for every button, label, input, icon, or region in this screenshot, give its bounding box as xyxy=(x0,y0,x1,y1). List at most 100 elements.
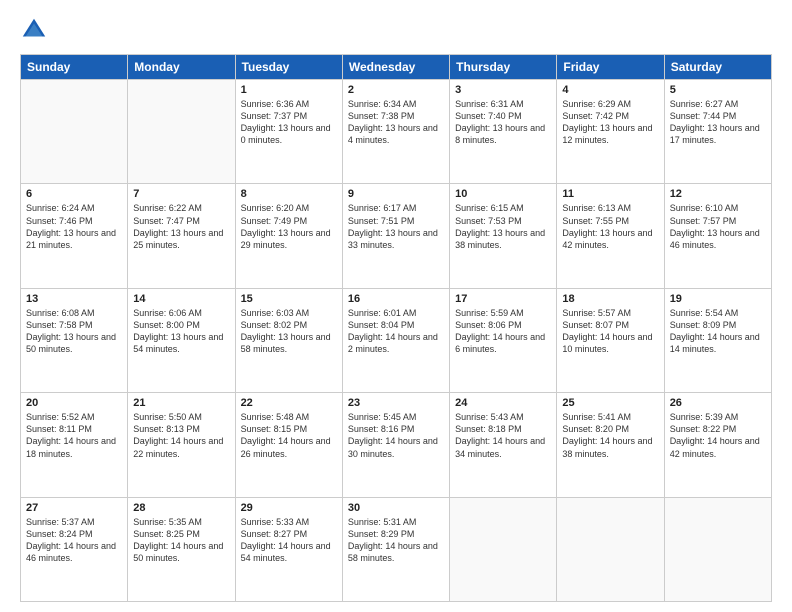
day-number: 11 xyxy=(562,188,658,200)
calendar-cell: 21 Sunrise: 5:50 AM Sunset: 8:13 PM Dayli… xyxy=(128,393,235,497)
day-number: 24 xyxy=(455,397,551,409)
day-info: Sunrise: 6:01 AM Sunset: 8:04 PM Dayligh… xyxy=(348,307,444,356)
calendar-cell: 20 Sunrise: 5:52 AM Sunset: 8:11 PM Dayli… xyxy=(21,393,128,497)
calendar-cell: 8 Sunrise: 6:20 AM Sunset: 7:49 PM Daylig… xyxy=(235,184,342,288)
day-number: 12 xyxy=(670,188,766,200)
day-info: Sunrise: 5:54 AM Sunset: 8:09 PM Dayligh… xyxy=(670,307,766,356)
calendar-cell: 11 Sunrise: 6:13 AM Sunset: 7:55 PM Dayli… xyxy=(557,184,664,288)
day-number: 13 xyxy=(26,293,122,305)
day-number: 16 xyxy=(348,293,444,305)
calendar-cell xyxy=(128,80,235,184)
day-info: Sunrise: 5:41 AM Sunset: 8:20 PM Dayligh… xyxy=(562,411,658,460)
calendar-cell: 9 Sunrise: 6:17 AM Sunset: 7:51 PM Daylig… xyxy=(342,184,449,288)
day-number: 30 xyxy=(348,502,444,514)
day-info: Sunrise: 6:22 AM Sunset: 7:47 PM Dayligh… xyxy=(133,202,229,251)
calendar-week-4: 20 Sunrise: 5:52 AM Sunset: 8:11 PM Dayli… xyxy=(21,393,772,497)
weekday-header-tuesday: Tuesday xyxy=(235,55,342,80)
calendar-cell: 18Sunrise: 5:57 AM Sunset: 8:07 PM Dayli… xyxy=(557,288,664,392)
calendar-cell: 4 Sunrise: 6:29 AM Sunset: 7:42 PM Daylig… xyxy=(557,80,664,184)
day-info: Sunrise: 5:33 AM Sunset: 8:27 PM Dayligh… xyxy=(241,516,337,565)
day-number: 19 xyxy=(670,293,766,305)
calendar-cell: 30 Sunrise: 5:31 AM Sunset: 8:29 PM Dayli… xyxy=(342,497,449,601)
day-number: 23 xyxy=(348,397,444,409)
day-number: 25 xyxy=(562,397,658,409)
calendar-cell xyxy=(450,497,557,601)
day-info: Sunrise: 6:06 AM Sunset: 8:00 PM Dayligh… xyxy=(133,307,229,356)
day-info: Sunrise: 6:24 AM Sunset: 7:46 PM Dayligh… xyxy=(26,202,122,251)
day-number: 20 xyxy=(26,397,122,409)
day-number: 26 xyxy=(670,397,766,409)
calendar-cell: 29 Sunrise: 5:33 AM Sunset: 8:27 PM Dayli… xyxy=(235,497,342,601)
day-number: 29 xyxy=(241,502,337,514)
day-number: 27 xyxy=(26,502,122,514)
day-number: 2 xyxy=(348,84,444,96)
day-info: Sunrise: 6:15 AM Sunset: 7:53 PM Dayligh… xyxy=(455,202,551,251)
calendar-cell: 10Sunrise: 6:15 AM Sunset: 7:53 PM Dayli… xyxy=(450,184,557,288)
logo xyxy=(20,16,52,44)
day-info: Sunrise: 5:35 AM Sunset: 8:25 PM Dayligh… xyxy=(133,516,229,565)
day-info: Sunrise: 5:59 AM Sunset: 8:06 PM Dayligh… xyxy=(455,307,551,356)
day-info: Sunrise: 5:43 AM Sunset: 8:18 PM Dayligh… xyxy=(455,411,551,460)
calendar-cell: 15 Sunrise: 6:03 AM Sunset: 8:02 PM Dayli… xyxy=(235,288,342,392)
day-number: 6 xyxy=(26,188,122,200)
calendar-cell: 1 Sunrise: 6:36 AM Sunset: 7:37 PM Daylig… xyxy=(235,80,342,184)
calendar-cell: 23Sunrise: 5:45 AM Sunset: 8:16 PM Dayli… xyxy=(342,393,449,497)
weekday-header-sunday: Sunday xyxy=(21,55,128,80)
day-number: 5 xyxy=(670,84,766,96)
day-info: Sunrise: 6:34 AM Sunset: 7:38 PM Dayligh… xyxy=(348,98,444,147)
calendar-cell: 5 Sunrise: 6:27 AM Sunset: 7:44 PM Daylig… xyxy=(664,80,771,184)
calendar-week-3: 13 Sunrise: 6:08 AM Sunset: 7:58 PM Dayli… xyxy=(21,288,772,392)
day-number: 14 xyxy=(133,293,229,305)
day-info: Sunrise: 5:48 AM Sunset: 8:15 PM Dayligh… xyxy=(241,411,337,460)
day-info: Sunrise: 5:52 AM Sunset: 8:11 PM Dayligh… xyxy=(26,411,122,460)
calendar-cell: 24 Sunrise: 5:43 AM Sunset: 8:18 PM Dayli… xyxy=(450,393,557,497)
calendar-cell: 16 Sunrise: 6:01 AM Sunset: 8:04 PM Dayli… xyxy=(342,288,449,392)
calendar-cell xyxy=(664,497,771,601)
weekday-header-monday: Monday xyxy=(128,55,235,80)
day-number: 17 xyxy=(455,293,551,305)
calendar-cell: 2 Sunrise: 6:34 AM Sunset: 7:38 PM Daylig… xyxy=(342,80,449,184)
day-info: Sunrise: 6:10 AM Sunset: 7:57 PM Dayligh… xyxy=(670,202,766,251)
day-number: 3 xyxy=(455,84,551,96)
day-info: Sunrise: 6:13 AM Sunset: 7:55 PM Dayligh… xyxy=(562,202,658,251)
day-info: Sunrise: 6:20 AM Sunset: 7:49 PM Dayligh… xyxy=(241,202,337,251)
calendar-cell: 7 Sunrise: 6:22 AM Sunset: 7:47 PM Daylig… xyxy=(128,184,235,288)
calendar-cell xyxy=(557,497,664,601)
day-number: 15 xyxy=(241,293,337,305)
calendar-cell: 12 Sunrise: 6:10 AM Sunset: 7:57 PM Dayli… xyxy=(664,184,771,288)
day-info: Sunrise: 6:17 AM Sunset: 7:51 PM Dayligh… xyxy=(348,202,444,251)
day-number: 9 xyxy=(348,188,444,200)
day-number: 8 xyxy=(241,188,337,200)
weekday-header-wednesday: Wednesday xyxy=(342,55,449,80)
day-info: Sunrise: 6:31 AM Sunset: 7:40 PM Dayligh… xyxy=(455,98,551,147)
calendar-cell: 26Sunrise: 5:39 AM Sunset: 8:22 PM Dayli… xyxy=(664,393,771,497)
day-number: 18 xyxy=(562,293,658,305)
calendar-header-row: SundayMondayTuesdayWednesdayThursdayFrid… xyxy=(21,55,772,80)
calendar-week-5: 27 Sunrise: 5:37 AM Sunset: 8:24 PM Dayli… xyxy=(21,497,772,601)
logo-icon xyxy=(20,16,48,44)
calendar-cell: 13 Sunrise: 6:08 AM Sunset: 7:58 PM Dayli… xyxy=(21,288,128,392)
day-info: Sunrise: 6:08 AM Sunset: 7:58 PM Dayligh… xyxy=(26,307,122,356)
calendar-cell: 27 Sunrise: 5:37 AM Sunset: 8:24 PM Dayli… xyxy=(21,497,128,601)
calendar-cell: 14 Sunrise: 6:06 AM Sunset: 8:00 PM Dayli… xyxy=(128,288,235,392)
day-info: Sunrise: 6:27 AM Sunset: 7:44 PM Dayligh… xyxy=(670,98,766,147)
weekday-header-friday: Friday xyxy=(557,55,664,80)
calendar-cell: 17 Sunrise: 5:59 AM Sunset: 8:06 PM Dayli… xyxy=(450,288,557,392)
top-area xyxy=(20,16,772,44)
day-info: Sunrise: 5:37 AM Sunset: 8:24 PM Dayligh… xyxy=(26,516,122,565)
day-info: Sunrise: 6:29 AM Sunset: 7:42 PM Dayligh… xyxy=(562,98,658,147)
day-number: 28 xyxy=(133,502,229,514)
calendar-cell: 3 Sunrise: 6:31 AM Sunset: 7:40 PM Daylig… xyxy=(450,80,557,184)
day-number: 1 xyxy=(241,84,337,96)
day-info: Sunrise: 6:03 AM Sunset: 8:02 PM Dayligh… xyxy=(241,307,337,356)
day-info: Sunrise: 5:50 AM Sunset: 8:13 PM Dayligh… xyxy=(133,411,229,460)
day-number: 7 xyxy=(133,188,229,200)
day-info: Sunrise: 6:36 AM Sunset: 7:37 PM Dayligh… xyxy=(241,98,337,147)
day-number: 4 xyxy=(562,84,658,96)
calendar-week-2: 6 Sunrise: 6:24 AM Sunset: 7:46 PM Daylig… xyxy=(21,184,772,288)
weekday-header-thursday: Thursday xyxy=(450,55,557,80)
day-number: 22 xyxy=(241,397,337,409)
day-info: Sunrise: 5:31 AM Sunset: 8:29 PM Dayligh… xyxy=(348,516,444,565)
day-number: 21 xyxy=(133,397,229,409)
calendar: SundayMondayTuesdayWednesdayThursdayFrid… xyxy=(20,54,772,602)
